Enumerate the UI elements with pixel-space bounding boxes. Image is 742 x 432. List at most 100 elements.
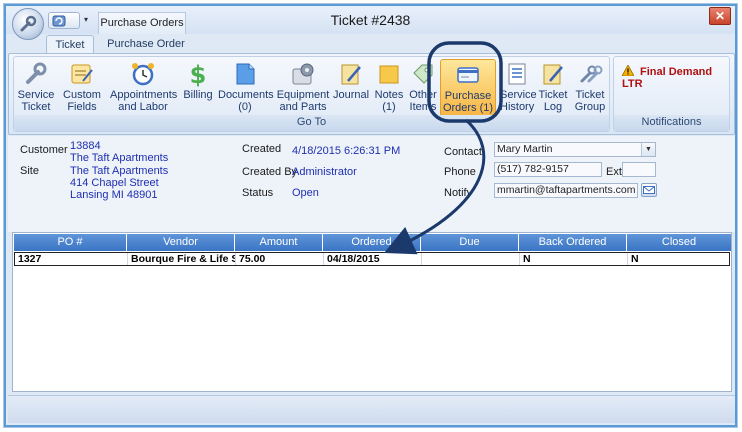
column-header-back-ordered[interactable]: Back Ordered: [519, 234, 627, 251]
ticket-window: ▾ Purchase Orders Ticket #2438 ✕ Ticket …: [4, 4, 737, 427]
journal-pencil-icon: [341, 64, 361, 85]
purchase-orders-label-2: Orders (1): [442, 102, 494, 114]
customer-name[interactable]: The Taft Apartments: [70, 152, 168, 164]
tag-icon: [413, 64, 433, 84]
contact-value: Mary Martin: [497, 143, 553, 155]
customer-label: Customer: [20, 144, 68, 156]
notify-label: Notify: [444, 187, 473, 199]
cell-po-number: 1327: [15, 253, 128, 265]
group-label-notifications: Notifications: [614, 115, 729, 131]
purchase-orders-label-1: Purchase: [444, 90, 492, 102]
column-header-ordered[interactable]: Ordered: [323, 234, 421, 251]
tab-ticket[interactable]: Ticket: [46, 35, 94, 54]
svg-text:$: $: [190, 61, 207, 87]
close-button[interactable]: ✕: [709, 7, 731, 25]
cell-amount: 75.00: [236, 253, 324, 265]
ticket-log-label-1: Ticket: [538, 89, 568, 101]
table-row[interactable]: 1327 Bourque Fire & Life Saf... 75.00 04…: [14, 252, 730, 266]
equipment-parts-button[interactable]: Equipment and Parts: [276, 59, 330, 117]
custom-fields-label-2: Fields: [67, 101, 97, 113]
notification-final-demand[interactable]: Final Demand LTR: [622, 65, 729, 90]
ext-label: Ext: [606, 166, 622, 178]
column-header-po-number[interactable]: PO #: [14, 234, 127, 251]
status-bar: [8, 395, 735, 423]
ribbon: Service Ticket Custom Fields Appointment…: [8, 53, 735, 135]
notification-text: Final Demand LTR: [622, 66, 713, 90]
other-items-button[interactable]: Other Items: [408, 59, 438, 117]
custom-fields-button[interactable]: Custom Fields: [62, 59, 102, 117]
other-items-label-1: Other: [409, 89, 437, 101]
document-icon: [236, 63, 255, 85]
notes-button[interactable]: Notes (1): [372, 59, 406, 117]
documents-button[interactable]: Documents (0): [218, 59, 274, 117]
send-email-button[interactable]: [641, 183, 657, 197]
purchase-order-icon: [457, 67, 479, 83]
ticket-info-panel: Customer 13884 The Taft Apartments Site …: [8, 136, 735, 232]
form-edit-icon: [71, 64, 93, 84]
appointments-label-1: Appointments: [110, 89, 178, 101]
documents-label-1: Documents: [218, 89, 274, 101]
notes-label-1: Notes: [374, 89, 404, 101]
dollar-icon: $: [190, 61, 207, 87]
column-header-due[interactable]: Due: [421, 234, 519, 251]
cell-due: [422, 253, 520, 265]
service-history-label-1: Service: [500, 89, 537, 101]
phone-field[interactable]: (517) 782-9157: [494, 162, 602, 177]
tab-purchase-order[interactable]: Purchase Order: [102, 35, 190, 54]
appointments-label-2: and Labor: [118, 101, 168, 113]
other-items-label-2: Items: [409, 101, 437, 113]
group-label-go-to: Go To: [14, 115, 609, 131]
status-label: Status: [242, 187, 274, 199]
warning-icon: [622, 65, 634, 76]
notes-label-2: (1): [382, 101, 396, 113]
ribbon-group-go-to: Service Ticket Custom Fields Appointment…: [13, 56, 610, 132]
history-list-icon: [508, 63, 526, 85]
site-city: Lansing MI 48901: [70, 189, 158, 201]
cell-back-ordered: N: [520, 253, 628, 265]
created-by-value: Administrator: [292, 166, 357, 178]
created-by-label: Created By: [242, 166, 298, 178]
ticket-log-label-2: Log: [543, 101, 563, 113]
wrench-orb-icon: [20, 15, 37, 32]
contact-label: Contact: [444, 146, 482, 158]
service-history-label-2: History: [500, 101, 535, 113]
billing-button[interactable]: $ Billing: [180, 59, 216, 117]
envelope-icon: [643, 186, 655, 194]
status-value: Open: [292, 187, 319, 199]
equipment-label-1: Equipment: [276, 89, 330, 101]
chevron-down-icon[interactable]: ▼: [641, 143, 655, 156]
created-label: Created: [242, 143, 282, 155]
journal-button[interactable]: Journal: [332, 59, 370, 117]
title-bar: ▾ Purchase Orders Ticket #2438 ✕: [6, 6, 735, 40]
column-header-vendor[interactable]: Vendor: [127, 234, 235, 251]
documents-label-2: (0): [238, 101, 252, 113]
service-history-button[interactable]: Service History: [500, 59, 537, 117]
appointments-labor-button[interactable]: Appointments and Labor: [110, 59, 178, 117]
ticket-log-button[interactable]: Ticket Log: [536, 59, 570, 117]
equipment-label-2: and Parts: [279, 101, 327, 113]
window-title: Ticket #2438: [330, 12, 411, 28]
service-ticket-label-2: Ticket: [21, 101, 51, 113]
site-street: 414 Chapel Street: [70, 177, 159, 189]
contact-select[interactable]: Mary Martin ▼: [494, 142, 656, 157]
ext-field[interactable]: [622, 162, 656, 177]
service-ticket-button[interactable]: Service Ticket: [16, 59, 56, 117]
app-menu-button[interactable]: [12, 8, 44, 40]
column-header-closed[interactable]: Closed: [627, 234, 731, 251]
notify-field[interactable]: mmartin@taftapartments.com: [494, 183, 638, 198]
site-name[interactable]: The Taft Apartments: [70, 165, 168, 177]
phone-label: Phone: [444, 166, 476, 178]
custom-fields-label-1: Custom: [63, 89, 101, 101]
ticket-group-label-1: Ticket: [575, 89, 605, 101]
column-header-amount[interactable]: Amount: [235, 234, 323, 251]
service-ticket-label-1: Service: [17, 89, 55, 101]
customer-id[interactable]: 13884: [70, 140, 101, 152]
billing-label: Billing: [183, 89, 213, 101]
sticky-note-icon: [379, 65, 399, 84]
purchase-orders-button[interactable]: Purchase Orders (1): [440, 59, 496, 117]
wrench-icon: [26, 62, 47, 84]
gear-box-icon: [292, 63, 314, 85]
ticket-group-button[interactable]: Ticket Group: [572, 59, 608, 117]
tools-group-icon: [580, 65, 603, 83]
cell-vendor: Bourque Fire & Life Saf...: [128, 253, 236, 265]
